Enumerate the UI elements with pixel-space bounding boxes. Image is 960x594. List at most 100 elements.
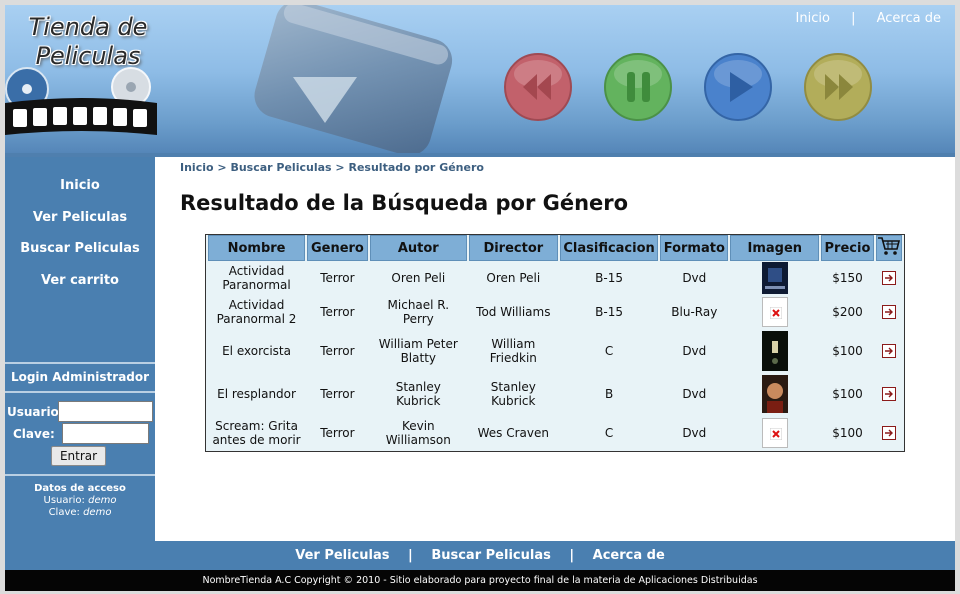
table-row: El exorcista Terror William Peter Blatty…	[208, 329, 902, 373]
rewind-button[interactable]	[503, 52, 573, 122]
breadcrumb-separator: >	[335, 161, 345, 174]
cell-imagen	[730, 295, 819, 329]
page-title: Resultado de la Búsqueda por Género	[180, 191, 629, 215]
cell-director: Tod Williams	[476, 305, 551, 319]
cell-add	[876, 373, 902, 415]
footer-acerca-de-link[interactable]: Acerca de	[593, 548, 665, 563]
add-to-cart-icon[interactable]	[881, 305, 896, 320]
cell-formato: Dvd	[682, 387, 707, 401]
broken-image-icon	[761, 418, 788, 448]
top-nav-about-link[interactable]: Acerca de	[877, 11, 941, 26]
cell-autor: Kevin Williamson	[385, 419, 451, 447]
cell-clasificacion: B	[604, 387, 614, 401]
cell-precio: $150	[832, 271, 863, 285]
access-pass-value: demo	[83, 507, 112, 518]
column-header-precio: Precio	[821, 235, 874, 261]
access-pass-line: Clave: demo	[5, 507, 155, 519]
footer-separator: |	[408, 548, 413, 563]
cell-genero: Terror	[320, 305, 355, 319]
movie-poster-image	[761, 331, 788, 371]
add-to-cart-icon[interactable]	[881, 387, 896, 402]
top-nav: Inicio | Acerca de	[796, 11, 941, 26]
sidebar-item-ver-carrito[interactable]: Ver carrito	[5, 273, 155, 288]
footer-nav: Ver Peliculas | Buscar Peliculas | Acerc…	[5, 541, 955, 570]
play-button[interactable]	[703, 52, 773, 122]
cell-imagen	[730, 261, 819, 295]
breadcrumb-separator: >	[217, 161, 227, 174]
cell-clasificacion: B-15	[595, 305, 623, 319]
footer-ver-peliculas-link[interactable]: Ver Peliculas	[295, 548, 389, 563]
movie-poster-image	[761, 262, 788, 294]
cell-add	[876, 415, 902, 451]
breadcrumb-home-link[interactable]: Inicio	[180, 161, 214, 174]
column-header-cart	[875, 235, 902, 261]
column-header-director: Director	[468, 235, 558, 261]
password-input[interactable]	[62, 423, 149, 444]
breadcrumb: Inicio > Buscar Peliculas > Resultado po…	[180, 161, 484, 174]
column-header-imagen: Imagen	[730, 235, 820, 261]
top-nav-separator: |	[851, 11, 856, 26]
breadcrumb-search-link[interactable]: Buscar Peliculas	[230, 161, 331, 174]
sidebar-divider	[5, 391, 155, 393]
results-table: Nombre Genero Autor Director Clasificaci…	[205, 234, 905, 452]
cell-director: Oren Peli	[486, 271, 541, 285]
add-to-cart-icon[interactable]	[881, 426, 896, 441]
cell-add	[876, 295, 902, 329]
cell-genero: Terror	[320, 387, 355, 401]
sidebar-divider	[5, 474, 155, 476]
broken-image-icon	[761, 297, 788, 327]
table-row: Actividad Paranormal 2 Terror Michael R.…	[208, 295, 902, 329]
access-user-line: Usuario: demo	[5, 495, 155, 507]
cell-nombre: El exorcista	[222, 344, 291, 358]
username-label: Usuario:	[7, 405, 64, 419]
cell-genero: Terror	[320, 426, 355, 440]
sidebar-item-ver-peliculas[interactable]: Ver Peliculas	[5, 210, 155, 225]
cell-add	[876, 329, 902, 373]
table-row: Scream: Grita antes de morir Terror Kevi…	[208, 415, 902, 451]
cell-genero: Terror	[320, 344, 355, 358]
sidebar-item-buscar-peliculas[interactable]: Buscar Peliculas	[5, 241, 155, 256]
logo-line-1: Tienda de	[28, 13, 148, 41]
column-header-clasificacion: Clasificacion	[559, 235, 659, 261]
site-header: Tienda de Peliculas Inicio | Acerca de	[5, 5, 955, 153]
cell-formato: Dvd	[682, 426, 707, 440]
pause-icon	[604, 53, 672, 121]
access-user-label: Usuario:	[43, 495, 85, 506]
column-header-nombre: Nombre	[208, 235, 306, 261]
fast-forward-button[interactable]	[803, 52, 873, 122]
cell-imagen	[730, 373, 819, 415]
cell-formato: Blu-Ray	[671, 305, 718, 319]
cell-formato: Dvd	[682, 271, 707, 285]
access-info: Datos de acceso Usuario: demo Clave: dem…	[5, 483, 155, 519]
sidebar-item-inicio[interactable]: Inicio	[5, 178, 155, 193]
cell-autor: William Peter Blatty	[378, 337, 458, 365]
column-header-genero: Genero	[307, 235, 368, 261]
rewind-icon	[504, 53, 572, 121]
cell-add	[876, 261, 902, 295]
film-reel-logo-icon	[5, 67, 157, 135]
cell-clasificacion: C	[604, 426, 614, 440]
cell-autor: Michael R. Perry	[387, 298, 450, 326]
sidebar: Inicio Ver Peliculas Buscar Peliculas Ve…	[5, 157, 155, 541]
cell-autor: Oren Peli	[391, 271, 446, 285]
breadcrumb-current: Resultado por Género	[348, 161, 484, 174]
pause-button[interactable]	[603, 52, 673, 122]
footer-separator: |	[569, 548, 575, 563]
username-input[interactable]	[58, 401, 153, 422]
cell-imagen	[730, 329, 819, 373]
cell-nombre: Actividad Paranormal	[222, 264, 291, 292]
copyright-text: NombreTienda A.C Copyright © 2010 - Siti…	[5, 570, 955, 591]
password-label: Clave:	[13, 427, 55, 441]
table-header-row: Nombre Genero Autor Director Clasificaci…	[208, 235, 902, 261]
add-to-cart-icon[interactable]	[881, 271, 896, 286]
cell-formato: Dvd	[682, 344, 707, 358]
site-logo-text: Tienda de Peliculas	[13, 13, 163, 71]
cell-nombre: Scream: Grita antes de morir	[212, 419, 301, 447]
access-pass-label: Clave:	[48, 507, 80, 518]
footer-buscar-peliculas-link[interactable]: Buscar Peliculas	[431, 548, 551, 563]
top-nav-home-link[interactable]: Inicio	[796, 11, 830, 26]
login-title: Login Administrador	[10, 370, 150, 384]
add-to-cart-icon[interactable]	[881, 344, 896, 359]
cell-clasificacion: C	[604, 344, 614, 358]
login-submit-button[interactable]: Entrar	[51, 446, 106, 466]
